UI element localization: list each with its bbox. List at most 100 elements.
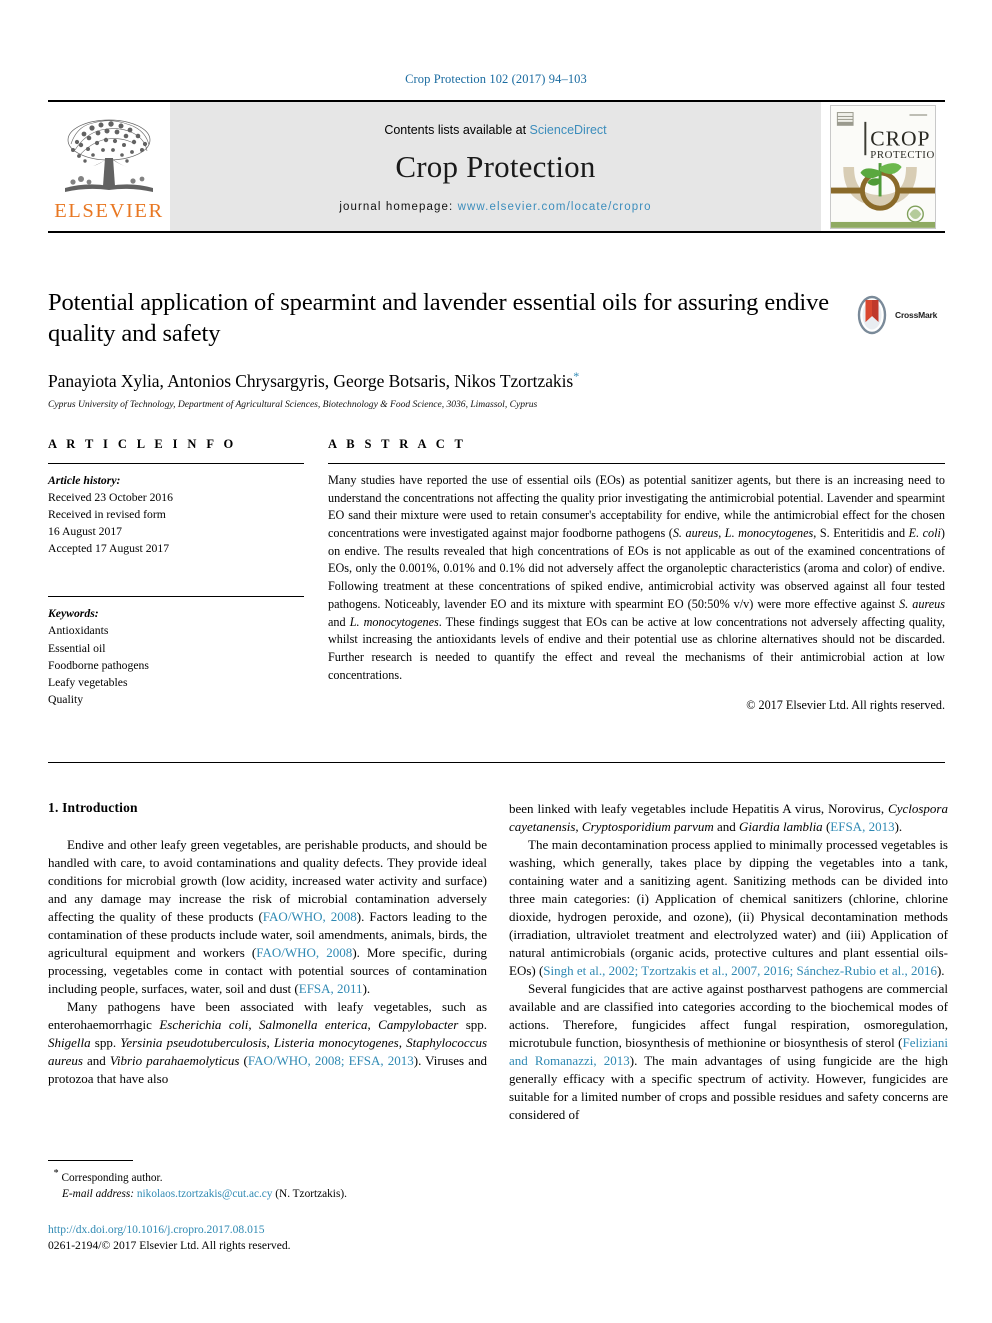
publisher-logo: ELSEVIER [48, 102, 170, 231]
citation-link[interactable]: FAO/WHO, 2008; EFSA, 2013 [248, 1053, 414, 1068]
elsevier-wordmark: ELSEVIER [54, 199, 164, 222]
abstract-column: A B S T R A C T Many studies have report… [328, 437, 945, 713]
elsevier-tree-icon [65, 119, 153, 192]
running-head: Crop Protection 102 (2017) 94–103 [405, 72, 587, 86]
masthead-center: Contents lists available at ScienceDirec… [170, 102, 821, 231]
abstract-text: Many studies have reported the use of es… [328, 472, 945, 684]
email-label: E-mail address: [62, 1188, 135, 1201]
keyword-item: Leafy vegetables [48, 675, 128, 689]
pathogen-name: S. aureus [672, 526, 719, 541]
body-right-column: been linked with leafy vegetables includ… [509, 800, 948, 1124]
pathogen-name: L. monocytogenes [724, 526, 814, 541]
article-info-rule [48, 463, 304, 464]
email-owner: (N. Tzortzakis). [275, 1188, 347, 1201]
section-heading-introduction: 1. Introduction [48, 800, 138, 815]
species-name: Cryptosporidium parvum [581, 819, 714, 834]
footnote-rule [48, 1160, 133, 1161]
article-history: Article history: Received 23 October 201… [48, 472, 304, 557]
text-run: ). [362, 981, 371, 996]
abstract-copyright: © 2017 Elsevier Ltd. All rights reserved… [746, 698, 945, 713]
journal-homepage-line: journal homepage: www.elsevier.com/locat… [339, 201, 651, 213]
contents-prefix: Contents lists available at [384, 122, 530, 137]
species-name: Listeria monocytogenes [273, 1035, 399, 1050]
paragraph: been linked with leafy vegetables includ… [509, 800, 948, 836]
affiliation: Cyprus University of Technology, Departm… [48, 399, 538, 411]
keyword-item: Quality [48, 692, 84, 706]
abstract-heading: A B S T R A C T [328, 437, 467, 451]
pathogen-name: S. aureus [899, 596, 945, 611]
keywords-list: Keywords: Antioxidants Essential oil Foo… [48, 605, 304, 707]
article-info-column: A R T I C L E I N F O Article history: R… [48, 437, 304, 713]
journal-masthead: ELSEVIER Contents lists available at Sci… [48, 100, 945, 233]
species-name: Campylobacter [378, 1017, 459, 1032]
info-abstract-region: A R T I C L E I N F O Article history: R… [48, 437, 945, 713]
keyword-item: Foodborne pathogens [48, 658, 149, 672]
author-names: Panayiota Xylia, Antonios Chrysargyris, … [48, 371, 574, 392]
text-run: and [82, 1053, 110, 1068]
author-list: Panayiota Xylia, Antonios Chrysargyris, … [48, 369, 838, 392]
text-run: spp. [458, 1017, 488, 1032]
history-item: Received in revised form [48, 508, 166, 522]
species-name: Vibrio parahaemolyticus [109, 1053, 240, 1068]
paragraph: Many pathogens have been associated with… [48, 998, 487, 1088]
email-note: E-mail address: nikolaos.tzortzakis@cut.… [48, 1186, 487, 1202]
corresponding-author-note: * Corresponding author. [48, 1167, 487, 1186]
species-name: Giardia lamblia [739, 819, 823, 834]
pathogen-name: L. monocytogenes [349, 614, 439, 629]
species-name: Salmonella enterica [259, 1017, 368, 1032]
contents-available-line: Contents lists available at ScienceDirec… [384, 123, 606, 137]
doi-link[interactable]: http://dx.doi.org/10.1016/j.cropro.2017.… [48, 1222, 487, 1238]
corresponding-author-text: Corresponding author. [61, 1171, 163, 1184]
citation-link[interactable]: EFSA, 2011 [299, 981, 363, 996]
text-run: , [367, 1017, 379, 1032]
citation-link[interactable]: FAO/WHO, 2008 [263, 909, 357, 924]
homepage-prefix: journal homepage: [339, 200, 458, 213]
svg-text:CROP: CROP [870, 126, 930, 150]
svg-text:PROTECTION: PROTECTION [870, 149, 936, 161]
keywords-rule [48, 596, 304, 598]
history-item: 16 August 2017 [48, 525, 123, 539]
abstract-bottom-rule [48, 762, 945, 763]
keywords-label: Keywords: [48, 607, 99, 621]
sciencedirect-link[interactable]: ScienceDirect [530, 123, 607, 137]
issn-copyright-line: 0261-2194/© 2017 Elsevier Ltd. All right… [48, 1239, 291, 1253]
text-run: spp. [90, 1035, 121, 1050]
text-run: ). [894, 819, 903, 834]
journal-cover-thumbnail: CROP PROTECTION [821, 102, 945, 231]
citation-link[interactable]: FAO/WHO, 2008 [256, 945, 352, 960]
paragraph: Endive and other leafy green vegetables,… [48, 836, 487, 998]
crop-protection-cover-icon: CROP PROTECTION [830, 104, 936, 229]
crossmark-label: CrossMark [895, 310, 938, 320]
footnote-block: * Corresponding author. E-mail address: … [48, 1160, 487, 1203]
text-run: ). [936, 963, 945, 978]
text-run: The main decontamination process applied… [509, 837, 948, 978]
email-link[interactable]: nikolaos.tzortzakis@cut.ac.cy [137, 1188, 273, 1200]
keyword-item: Essential oil [48, 641, 106, 655]
text-run: , [266, 1035, 274, 1050]
history-item: Accepted 17 August 2017 [48, 542, 170, 556]
crossmark-badge[interactable]: CrossMark [852, 290, 948, 340]
journal-article-page: Crop Protection 102 (2017) 94–103 ELSEVI… [0, 0, 992, 1323]
homepage-url[interactable]: www.elsevier.com/locate/cropro [458, 201, 652, 213]
pathogen-name: E. coli [908, 526, 941, 541]
citation-link[interactable]: Singh et al., 2002; Tzortzakis et al., 2… [543, 963, 937, 978]
text-run: ( [239, 1053, 248, 1068]
history-item: Received 23 October 2016 [48, 491, 173, 505]
crossmark-icon [857, 295, 887, 335]
article-info-heading: A R T I C L E I N F O [48, 437, 237, 451]
abstract-sep-2: , S. Enteritidis and [813, 526, 909, 541]
text-run: , [248, 1017, 259, 1032]
species-name: Shigella [48, 1035, 91, 1050]
page-title: Potential application of spearmint and l… [48, 289, 830, 348]
corresponding-author-marker: * [573, 369, 580, 384]
citation-link[interactable]: EFSA, 2013 [830, 819, 894, 834]
paragraph: The main decontamination process applied… [509, 836, 948, 980]
doi-block: http://dx.doi.org/10.1016/j.cropro.2017.… [48, 1222, 487, 1255]
body-columns: 1. Introduction Endive and other leafy g… [48, 800, 948, 1124]
keyword-item: Antioxidants [48, 624, 109, 638]
paragraph: Several fungicides that are active again… [509, 980, 948, 1124]
abstract-part-3: and [328, 614, 350, 629]
species-name: Yersinia pseudotuberculosis [120, 1035, 267, 1050]
abstract-sep-1: , [718, 526, 725, 541]
